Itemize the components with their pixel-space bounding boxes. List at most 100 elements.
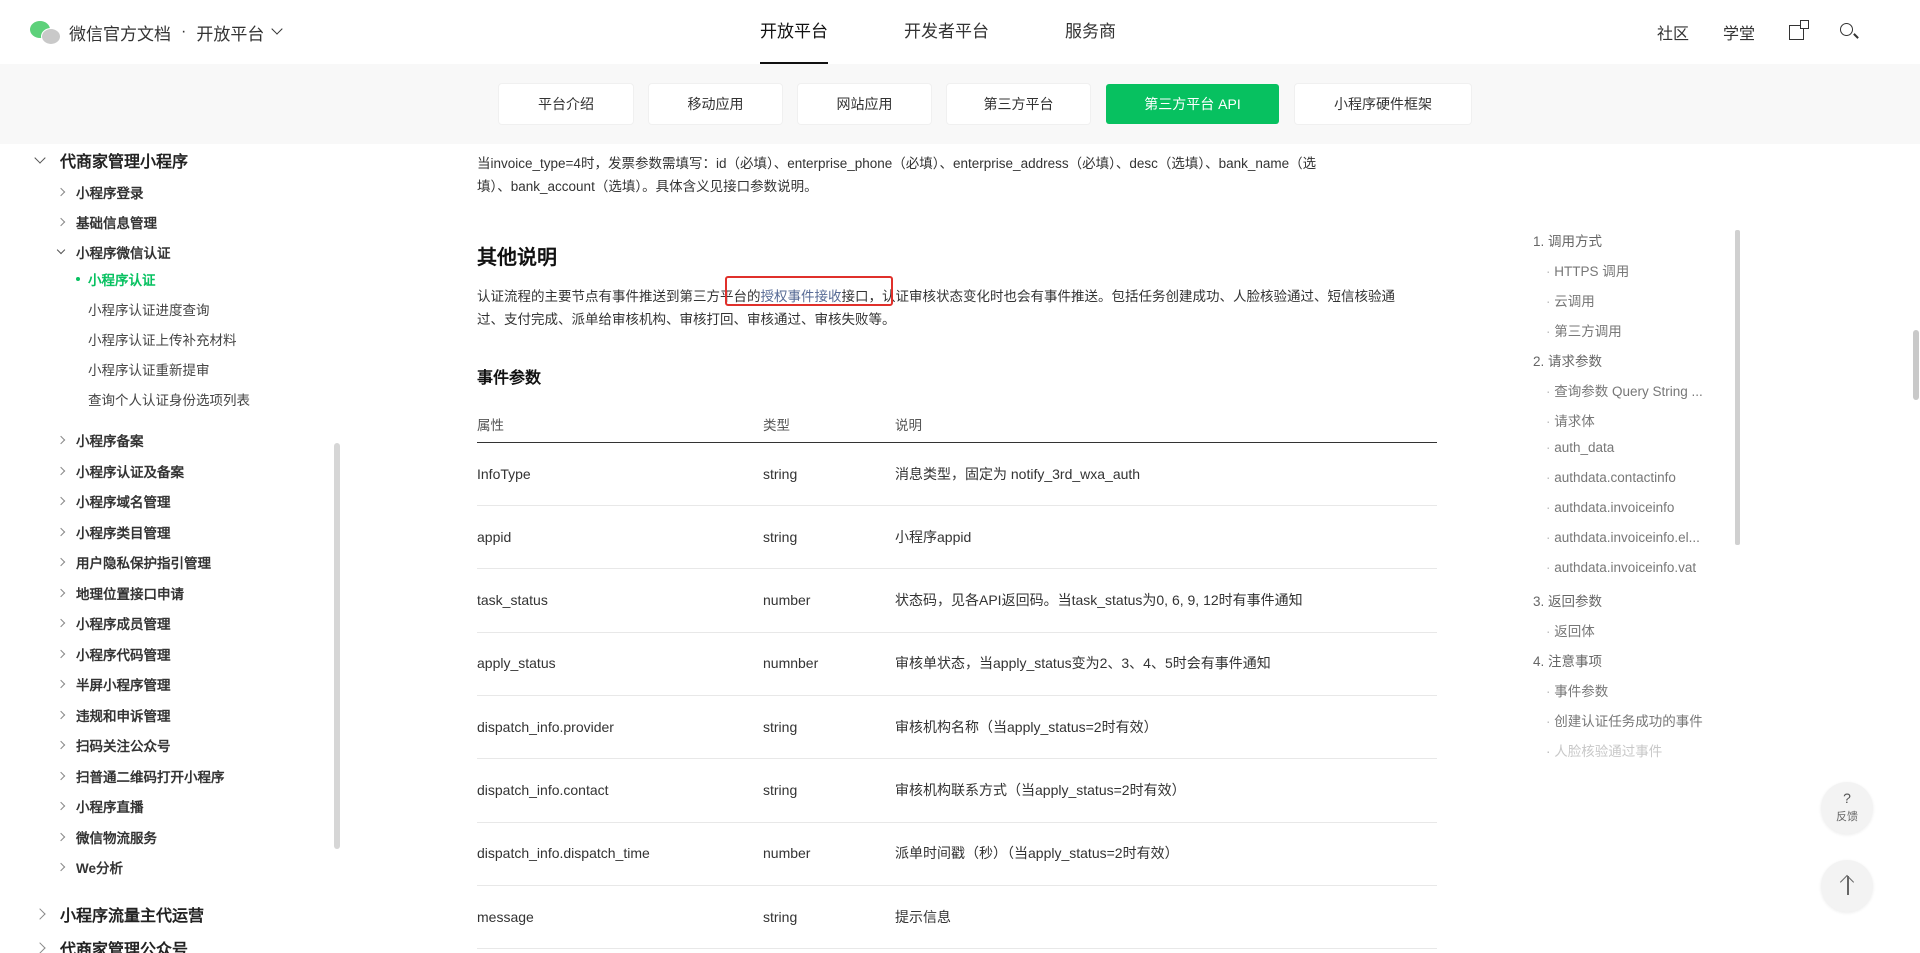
sidebar-item[interactable]: 基础信息管理	[56, 212, 157, 232]
sidebar-section-traffic[interactable]: 小程序流量主代运营	[34, 902, 204, 926]
table-row: apply_status numnber 审核单状态，当apply_status变为…	[477, 632, 1437, 696]
toc-item[interactable]: · 返回体	[1546, 620, 1595, 640]
toc-bullet: ·	[1546, 744, 1555, 759]
header-description: 说明	[895, 418, 922, 433]
platform-switcher[interactable]: 开放平台	[196, 20, 264, 45]
toc-bullet: ·	[1546, 384, 1555, 399]
toc-bullet: ·	[1546, 500, 1555, 515]
chevron-right-icon	[56, 801, 66, 811]
toc-item[interactable]: · 查询参数 Query String ...	[1546, 380, 1703, 400]
nav-developer-platform[interactable]: 开发者平台	[904, 0, 989, 64]
cell-description: 提示信息	[895, 908, 951, 925]
sidebar-item[interactable]: 小程序类目管理	[56, 522, 171, 542]
cell-description: 审核机构名称（当apply_status=2时有效）	[895, 718, 1158, 735]
sidebar-section-official-account[interactable]: 代商家管理公众号	[34, 936, 188, 953]
back-to-top-button[interactable]	[1821, 860, 1873, 912]
chevron-right-icon	[56, 740, 66, 750]
feedback-button[interactable]: ? 反馈	[1821, 782, 1873, 834]
cell-description: 审核单状态，当apply_status变为2、3、4、5时会有事件通知	[895, 655, 1271, 672]
cell-attribute: apply_status	[477, 655, 556, 672]
cell-description: 消息类型，固定为 notify_3rd_wxa_auth	[895, 465, 1141, 482]
sidebar-item[interactable]: 小程序成员管理	[56, 613, 171, 633]
chevron-down-icon	[56, 245, 66, 255]
left-sidebar: 代商家管理小程序 小程序登录 基础信息管理 小程序微信认证 小程序认证 小程序认…	[0, 144, 332, 953]
sidebar-item[interactable]: 用户隐私保护指引管理	[56, 552, 211, 572]
tab-5[interactable]: 小程序硬件框架	[1295, 84, 1471, 124]
sidebar-subitem[interactable]: 小程序认证重新提审	[88, 359, 210, 379]
tab-0[interactable]: 平台介绍	[499, 84, 633, 124]
tab-1[interactable]: 移动应用	[649, 84, 782, 124]
feedback-label: 反馈	[1836, 811, 1858, 823]
nav-open-platform[interactable]: 开放平台	[760, 0, 828, 64]
toc-item[interactable]: · authdata.invoiceinfo.vat	[1546, 560, 1696, 575]
toc-item[interactable]: · authdata.contactinfo	[1546, 470, 1676, 485]
toc-bullet: ·	[1546, 624, 1555, 639]
toc-item[interactable]: 4. 注意事项	[1533, 650, 1602, 670]
toc-item[interactable]: · 云调用	[1546, 290, 1595, 310]
chevron-right-icon	[56, 187, 66, 197]
toc-item[interactable]: · 人脸核验通过事件	[1546, 740, 1662, 760]
toc-item[interactable]: · 第三方调用	[1546, 320, 1622, 340]
toc-bullet: ·	[1546, 470, 1555, 485]
sidebar-subitem[interactable]: 小程序认证进度查询	[88, 299, 210, 319]
sidebar-item[interactable]: 小程序认证及备案	[56, 461, 184, 481]
sidebar-item[interactable]: 扫码关注公众号	[56, 735, 171, 755]
cell-type: string	[763, 908, 798, 925]
toc-item[interactable]: 3. 返回参数	[1533, 590, 1602, 610]
toc-bullet: ·	[1546, 324, 1555, 339]
cell-type: number	[763, 592, 811, 609]
sidebar-item-current[interactable]: 小程序认证	[76, 269, 156, 289]
cell-type: string	[763, 465, 798, 482]
tab-4[interactable]: 第三方平台 API	[1106, 84, 1279, 124]
top-navbar: 微信官方文档 · 开放平台 开放平台 开发者平台 服务商 社区 学堂	[0, 0, 1920, 64]
toc-bullet: ·	[1546, 414, 1555, 429]
sidebar-item[interactable]: 小程序登录	[56, 182, 144, 202]
sidebar-item[interactable]: 小程序代码管理	[56, 644, 171, 664]
chevron-right-icon	[56, 618, 66, 628]
toc-scrollbar[interactable]	[1735, 230, 1740, 545]
sidebar-subitem[interactable]: 小程序认证上传补充材料	[88, 329, 237, 349]
community-link[interactable]: 社区	[1657, 20, 1689, 44]
page-scrollbar[interactable]	[1913, 330, 1919, 400]
toc-item[interactable]: · 创建认证任务成功的事件	[1546, 710, 1703, 730]
header-type: 类型	[763, 418, 790, 433]
miniprogram-devtool-icon[interactable]	[1789, 19, 1809, 40]
table-row: dispatch_info.provider string 审核机构名称（当appl…	[477, 695, 1437, 760]
sidebar-item[interactable]: 违规和申诉管理	[56, 705, 171, 725]
table-row: task_status number 状态码，见各API返回码。当task_stat…	[477, 569, 1437, 633]
toc-item[interactable]: · 请求体	[1546, 410, 1595, 430]
sidebar-scrollbar[interactable]	[334, 443, 340, 849]
toc-item[interactable]: · auth_data	[1546, 440, 1614, 455]
sidebar-item[interactable]: 小程序直播	[56, 796, 144, 816]
toc-item[interactable]: 2. 请求参数	[1533, 350, 1602, 370]
chevron-down-icon[interactable]	[271, 23, 283, 35]
sidebar-item[interactable]: 微信物流服务	[56, 827, 157, 847]
sidebar-item[interactable]: We分析	[56, 857, 123, 877]
sidebar-subitem[interactable]: 查询个人认证身份选项列表	[88, 389, 250, 409]
brand[interactable]: 微信官方文档 · 开放平台	[30, 18, 283, 46]
sidebar-item[interactable]: 小程序备案	[56, 430, 144, 450]
chevron-right-icon	[56, 771, 66, 780]
academy-link[interactable]: 学堂	[1723, 20, 1755, 44]
toc-item[interactable]: · 事件参数	[1546, 680, 1608, 700]
toc-item[interactable]: · authdata.invoiceinfo.el...	[1546, 530, 1700, 545]
tab-2[interactable]: 网站应用	[798, 84, 931, 124]
toc-item[interactable]: 1. 调用方式	[1533, 230, 1602, 250]
search-icon[interactable]	[1838, 21, 1860, 43]
main-nav: 开放平台 开发者平台 服务商	[760, 0, 1192, 64]
toc-bullet: ·	[1546, 530, 1555, 545]
cell-type: string	[763, 782, 798, 798]
toc-item[interactable]: · HTTPS 调用	[1546, 260, 1629, 280]
header-attribute: 属性	[477, 418, 504, 433]
sidebar-section-miniprogram-management[interactable]: 代商家管理小程序	[34, 148, 188, 172]
sidebar-item[interactable]: 地理位置接口申请	[56, 583, 184, 603]
toc-item[interactable]: · authdata.invoiceinfo	[1546, 500, 1674, 515]
chevron-down-icon	[34, 152, 46, 164]
sidebar-item-wechat-auth[interactable]: 小程序微信认证	[56, 242, 171, 262]
sidebar-item[interactable]: 半屏小程序管理	[56, 674, 171, 694]
sidebar-item[interactable]: 小程序域名管理	[56, 491, 171, 511]
sidebar-item[interactable]: 扫普通二维码打开小程序	[56, 766, 225, 786]
chevron-right-icon	[56, 588, 66, 597]
tab-3[interactable]: 第三方平台	[947, 84, 1090, 124]
nav-service-provider[interactable]: 服务商	[1065, 0, 1116, 64]
